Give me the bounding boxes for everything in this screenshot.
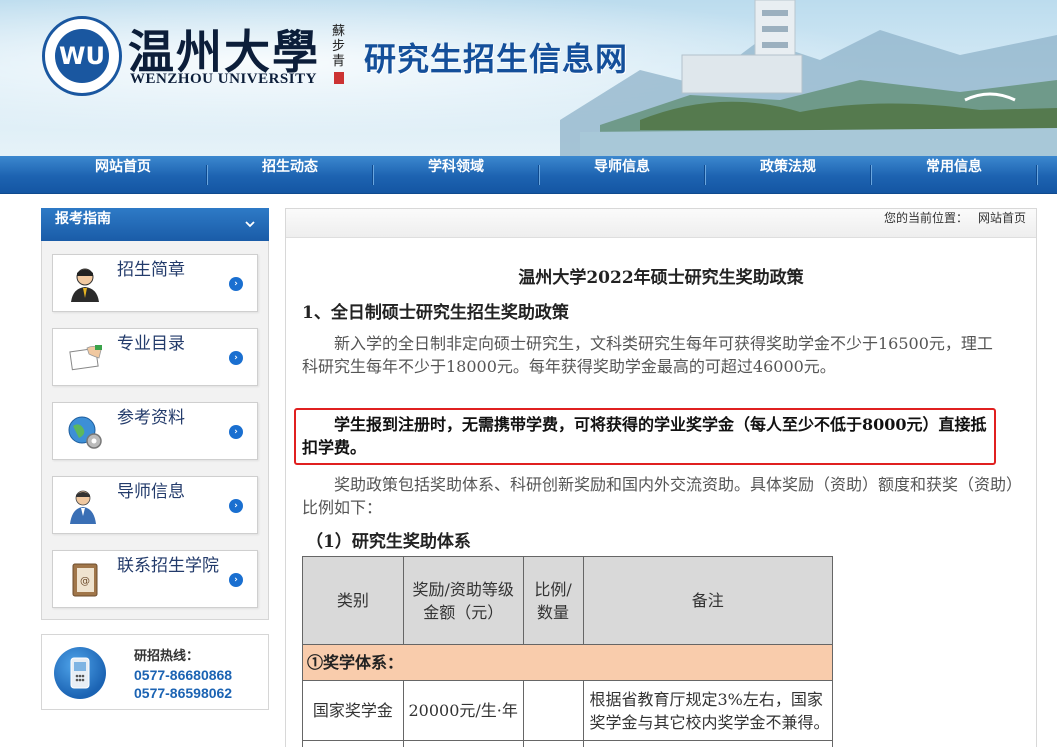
table-header-label: 奖励/资助等级 金额（元）	[412, 579, 514, 622]
school-name-en: WENZHOU UNIVERSITY	[130, 71, 317, 87]
sidebar-item-contact-college[interactable]: @ 联系招生学院 ›	[52, 550, 258, 608]
table-header-note: 备注	[582, 556, 833, 645]
table-row: 国家奖学金 20000元/生·年 根据省教育厅规定3%左右，国家奖学金与其它校内…	[302, 680, 833, 741]
scholarship-table: 类别 奖励/资助等级 金额（元） 比例/数量 备注 ①奖学体系： 国家奖学金 20…	[302, 556, 833, 747]
phone-icon	[54, 647, 106, 699]
site-title: 研究生招生信息网	[364, 40, 629, 78]
table-header-label: 比例/数量	[534, 579, 572, 622]
hotline-box: 研招热线： 0577-86680868 0577-86598062	[41, 634, 269, 710]
breadcrumb-prefix: 您的当前位置：	[883, 211, 968, 225]
calligraphy-signature: 蘇步青	[332, 24, 346, 69]
nav-common-info[interactable]: 常用信息	[872, 156, 1036, 194]
sidebar-item-label: 专业目录	[117, 334, 185, 354]
nav-supervisors[interactable]: 导师信息	[540, 156, 704, 194]
article-paragraph: 新入学的全日制非定向硕士研究生，文科类研究生每年可获得奖助学金不少于16500元…	[302, 334, 993, 376]
sidebar-item-reference-materials[interactable]: 参考资料 ›	[52, 402, 258, 460]
table-cell-ratio	[522, 680, 584, 741]
table-header-amount: 奖励/资助等级 金额（元）	[402, 556, 524, 645]
nav-divider	[1036, 165, 1038, 185]
main-nav: 网站首页 招生动态 学科领域 导师信息 政策法规 常用信息	[0, 156, 1057, 194]
sidebar-title: 报考指南	[55, 211, 111, 227]
table-cell-type: 国家奖学金	[302, 680, 404, 741]
sidebar-item-label: 导师信息	[117, 482, 185, 502]
seal-stamp	[334, 72, 344, 84]
arrow-right-icon: ›	[229, 573, 243, 587]
university-logo[interactable]: WU	[42, 16, 122, 96]
table-cell-note: 根据省教育厅规定3%左右，国家奖学金与其它校内奖学金不兼得。	[582, 680, 833, 741]
sidebar-item-admission-guide[interactable]: 招生简章 ›	[52, 254, 258, 312]
svg-text:@: @	[80, 576, 90, 587]
sidebar-item-label: 联系招生学院	[117, 556, 219, 576]
sidebar-item-label: 招生简章	[117, 260, 185, 280]
article-paragraph-highlighted: 学生报到注册时，无需携带学费，可将获得的学业奖学金（每人至少不低于8000元）直…	[302, 415, 987, 457]
hotline-number[interactable]: 0577-86598062	[134, 685, 232, 701]
article-paragraph: 奖助政策包括奖助体系、科研创新奖励和国内外交流资助。具体奖励（资助）额度和获奖（…	[302, 475, 1023, 517]
sidebar-item-supervisor-info[interactable]: 导师信息 ›	[52, 476, 258, 534]
hotline-title: 研招热线：	[134, 649, 200, 664]
arrow-right-icon: ›	[229, 351, 243, 365]
section-heading: 1、全日制硕士研究生招生奖助政策	[302, 303, 569, 323]
teacher-icon	[70, 490, 96, 524]
subsection-heading: （1）研究生奖助体系	[306, 532, 471, 552]
breadcrumb-home-link[interactable]: 网站首页	[978, 211, 1026, 225]
table-cell	[402, 740, 524, 747]
arrow-right-icon: ›	[229, 425, 243, 439]
article-title: 温州大学2022年硕士研究生奖助政策	[518, 268, 804, 288]
table-cell	[582, 740, 833, 747]
chevron-down-icon	[245, 221, 255, 228]
address-book-icon: @	[72, 563, 98, 597]
user-icon	[71, 268, 99, 302]
globe-gear-icon	[68, 416, 102, 449]
header-banner: WU 温州大學 WENZHOU UNIVERSITY 蘇步青 研究生招生信息网	[0, 0, 1057, 156]
arrow-right-icon: ›	[229, 277, 243, 291]
sidebar-item-program-catalog[interactable]: 专业目录 ›	[52, 328, 258, 386]
table-cell	[302, 740, 404, 747]
nav-home[interactable]: 网站首页	[40, 156, 206, 194]
breadcrumb: 您的当前位置： 网站首页	[286, 209, 1036, 238]
table-header-ratio: 比例/数量	[522, 556, 584, 645]
sidebar-item-label: 参考资料	[117, 408, 185, 428]
sidebar-header[interactable]: 报考指南	[41, 208, 269, 241]
hotline-number[interactable]: 0577-86680868	[134, 667, 232, 683]
logo-mark: WU	[55, 29, 109, 83]
arrow-right-icon: ›	[229, 499, 243, 513]
table-category-row: ①奖学体系：	[302, 644, 833, 681]
nav-policies[interactable]: 政策法规	[706, 156, 870, 194]
table-cell	[522, 740, 584, 747]
nav-admission-news[interactable]: 招生动态	[208, 156, 372, 194]
table-cell-amount: 20000元/生·年	[402, 680, 524, 741]
nav-disciplines[interactable]: 学科领域	[374, 156, 538, 194]
table-header-category: 类别	[302, 556, 404, 645]
document-hand-icon	[69, 345, 102, 371]
table-row	[302, 740, 833, 747]
